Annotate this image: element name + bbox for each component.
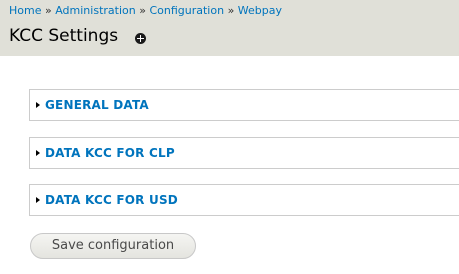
fieldset-general-data: GENERAL DATA [29, 89, 459, 121]
fieldset-label: DATA KCC FOR CLP [45, 146, 175, 160]
breadcrumb-webpay[interactable]: Webpay [238, 4, 282, 17]
fieldset-toggle-general-data[interactable]: GENERAL DATA [36, 98, 149, 112]
fieldset-data-kcc-clp: DATA KCC FOR CLP [29, 137, 459, 169]
fieldset-toggle-data-kcc-usd[interactable]: DATA KCC FOR USD [36, 193, 178, 207]
breadcrumb: Home » Administration » Configuration » … [9, 4, 282, 18]
save-configuration-button[interactable]: Save configuration [30, 233, 196, 259]
fieldset-data-kcc-usd: DATA KCC FOR USD [29, 184, 459, 216]
breadcrumb-home[interactable]: Home [9, 4, 41, 17]
fieldset-toggle-data-kcc-clp[interactable]: DATA KCC FOR CLP [36, 146, 175, 160]
fieldset-label: DATA KCC FOR USD [45, 193, 178, 207]
page-header: Home » Administration » Configuration » … [0, 0, 459, 56]
fieldset-label: GENERAL DATA [45, 98, 149, 112]
collapsed-triangle-icon [36, 102, 40, 108]
collapsed-triangle-icon [36, 150, 40, 156]
page-title: KCC Settings [9, 26, 119, 46]
add-shortcut-icon[interactable] [135, 33, 146, 44]
breadcrumb-separator: » [44, 4, 52, 17]
breadcrumb-administration[interactable]: Administration [55, 4, 136, 17]
breadcrumb-configuration[interactable]: Configuration [149, 4, 224, 17]
collapsed-triangle-icon [36, 197, 40, 203]
breadcrumb-separator: » [227, 4, 235, 17]
breadcrumb-separator: » [139, 4, 146, 17]
